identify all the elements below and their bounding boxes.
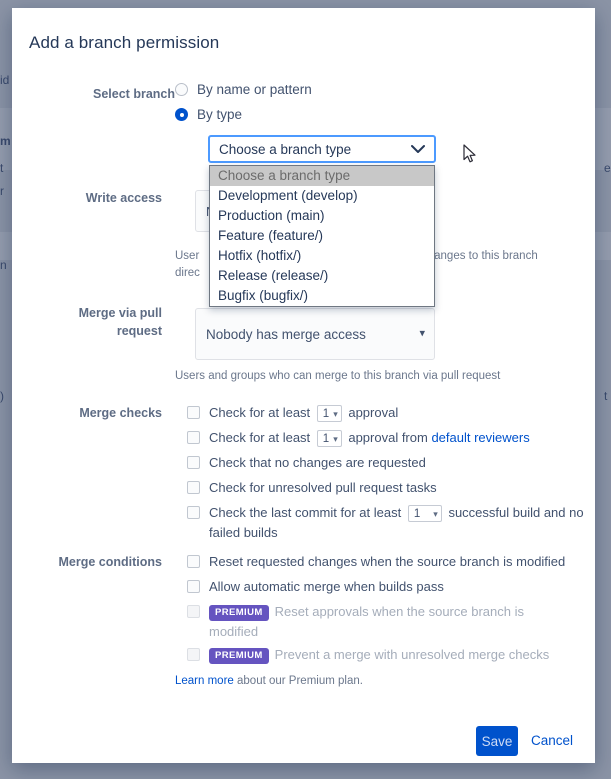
merge-via-pull-request-help: Users and groups who can merge to this b… [175, 370, 501, 382]
backdrop-text-fragment: r [0, 184, 4, 198]
branch-type-select[interactable]: Choose a branch type [208, 135, 436, 163]
radio-label: By type [197, 107, 243, 122]
branch-type-select-value: Choose a branch type [219, 141, 352, 157]
backdrop-text-fragment: id [0, 73, 10, 87]
premium-footnote: Learn more about our Premium plan. [175, 673, 363, 689]
write-access-label: Write access [85, 191, 162, 205]
merge-check-pre: Check for at least [209, 430, 311, 445]
add-branch-permission-dialog: Add a branch permission Select branch By… [12, 8, 595, 763]
approval-count-select[interactable]: 1 ▾ [316, 430, 342, 448]
branch-type-option-bugfix[interactable]: Bugfix (bugfix/) [210, 286, 434, 306]
merge-condition-text: PREMIUM Prevent a merge with unresolved m… [209, 645, 549, 665]
branch-type-option-list[interactable]: Choose a branch type Development (develo… [209, 165, 435, 307]
radio-by-type[interactable]: By type [175, 107, 242, 122]
merge-check-text: Check the last commit for at least 1 ▾ s… [209, 503, 587, 543]
merge-check-row-successful-builds[interactable]: Check the last commit for at least 1 ▾ s… [187, 503, 587, 543]
merge-check-pre: Check the last commit for at least [209, 505, 402, 520]
merge-condition-row-prevent-merge-premium[interactable]: PREMIUM Prevent a merge with unresolved m… [187, 645, 587, 665]
default-reviewers-link[interactable]: default reviewers [431, 430, 529, 445]
merge-check-row-approval-default-reviewers[interactable]: Check for at least 1 ▾ approval from def… [187, 428, 530, 448]
merge-condition-row-reset-requested-changes[interactable]: Reset requested changes when the source … [187, 552, 587, 572]
merge-condition-row-auto-merge[interactable]: Allow automatic merge when builds pass [187, 577, 587, 597]
merge-check-text: Check for unresolved pull request tasks [209, 480, 437, 495]
backdrop-text-fragment: e [604, 161, 611, 175]
merge-check-text: Check for at least 1 ▾ approval from def… [209, 428, 530, 448]
checkbox-icon [187, 648, 200, 661]
radio-by-name-or-pattern[interactable]: By name or pattern [175, 82, 312, 97]
merge-conditions-label: Merge conditions [58, 555, 162, 569]
merge-condition-row-reset-approvals-premium[interactable]: PREMIUM Reset approvals when the source b… [187, 602, 567, 642]
branch-type-option-feature[interactable]: Feature (feature/) [210, 226, 434, 246]
backdrop-text-fragment: n [0, 258, 7, 272]
merge-via-pull-request-select[interactable]: Nobody has merge access ▾ [195, 308, 435, 360]
premium-badge: PREMIUM [209, 605, 269, 621]
merge-via-pull-request-label-line2: request [116, 324, 162, 338]
merge-condition-label: Prevent a merge with unresolved merge ch… [274, 647, 550, 662]
build-count-select[interactable]: 1 ▾ [407, 505, 442, 523]
chevron-down-icon [411, 145, 425, 154]
approval-count-value: 1 [322, 432, 330, 445]
write-access-help-line1-suffix: changes to this branch [422, 250, 538, 262]
backdrop-text-fragment: ) [0, 389, 4, 403]
radio-circle-icon [175, 83, 188, 96]
chevron-down-icon: ▾ [333, 408, 338, 419]
merge-check-row-unresolved-tasks[interactable]: Check for unresolved pull request tasks [187, 478, 437, 498]
checkbox-icon [187, 555, 200, 568]
merge-via-pull-request-label-line1: Merge via pull [78, 306, 162, 320]
merge-condition-text: Allow automatic merge when builds pass [209, 579, 444, 594]
premium-badge: PREMIUM [209, 648, 269, 664]
premium-footnote-rest: about our Premium plan. [233, 675, 363, 687]
chevron-down-icon: ▾ [433, 508, 438, 519]
write-access-help-line2-prefix: direc [175, 267, 200, 279]
radio-circle-selected-icon [175, 108, 188, 121]
checkbox-icon [187, 605, 200, 618]
learn-more-link[interactable]: Learn more [175, 675, 234, 687]
checkbox-icon [187, 431, 200, 444]
backdrop-text-fragment: t [0, 161, 4, 175]
cancel-button[interactable]: Cancel [531, 726, 573, 756]
merge-check-post: approval from [348, 430, 428, 445]
merge-check-row-no-changes-requested[interactable]: Check that no changes are requested [187, 453, 426, 473]
checkbox-icon [187, 580, 200, 593]
chevron-down-icon: ▾ [419, 327, 425, 340]
checkbox-icon [187, 481, 200, 494]
backdrop-text-fragment: m [0, 134, 11, 148]
save-button[interactable]: Save [476, 726, 518, 756]
merge-check-post: approval [348, 405, 399, 420]
merge-condition-text: Reset requested changes when the source … [209, 554, 566, 569]
approval-count-select[interactable]: 1 ▾ [316, 405, 342, 423]
checkbox-icon [187, 506, 200, 519]
dialog-title: Add a branch permission [29, 33, 220, 52]
merge-check-pre: Check for at least [209, 405, 311, 420]
branch-type-option-hotfix[interactable]: Hotfix (hotfix/) [210, 246, 434, 266]
backdrop-text-fragment: t [604, 389, 608, 403]
checkbox-icon [187, 456, 200, 469]
chevron-down-icon: ▾ [333, 433, 338, 444]
merge-check-row-approval[interactable]: Check for at least 1 ▾ approval [187, 403, 398, 423]
merge-checks-label: Merge checks [79, 406, 162, 420]
build-count-value: 1 [413, 507, 421, 520]
approval-count-value: 1 [322, 407, 330, 420]
select-branch-label: Select branch [93, 87, 175, 101]
checkbox-icon [187, 406, 200, 419]
merge-check-text: Check for at least 1 ▾ approval [209, 403, 398, 423]
branch-type-option-production[interactable]: Production (main) [210, 206, 434, 226]
merge-condition-text: PREMIUM Reset approvals when the source b… [209, 602, 567, 642]
branch-type-option-placeholder[interactable]: Choose a branch type [210, 166, 434, 186]
branch-type-option-development[interactable]: Development (develop) [210, 186, 434, 206]
merge-via-pull-request-select-value: Nobody has merge access [206, 326, 366, 342]
radio-label: By name or pattern [197, 82, 312, 97]
branch-type-option-release[interactable]: Release (release/) [210, 266, 434, 286]
merge-check-text: Check that no changes are requested [209, 455, 426, 470]
